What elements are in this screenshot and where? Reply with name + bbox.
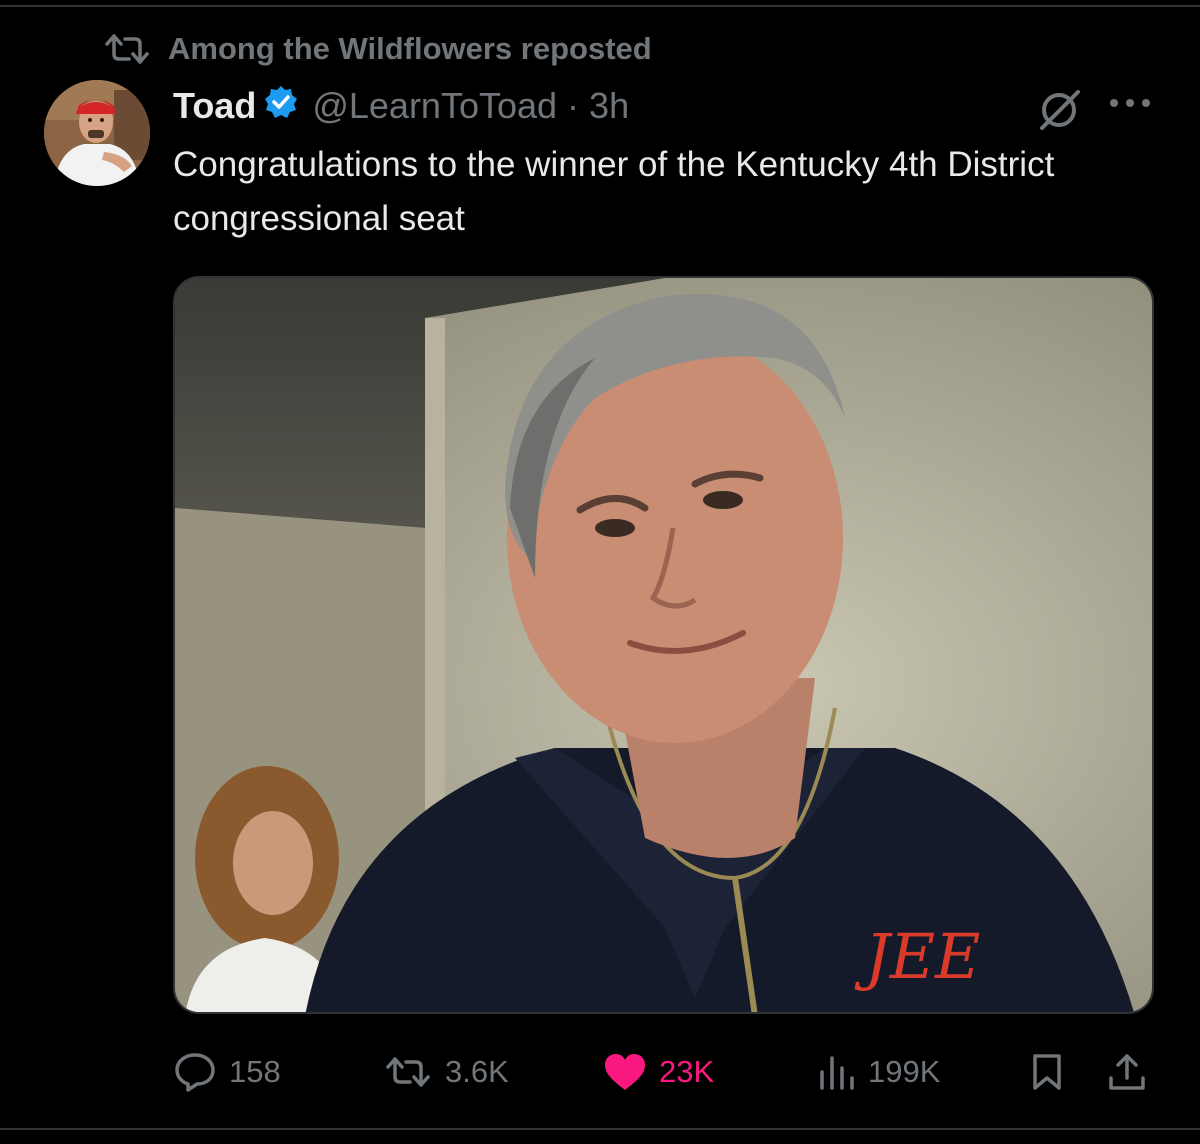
tweet-media-photo[interactable]: JEE (173, 276, 1154, 1014)
repost-action-icon (383, 1055, 433, 1089)
reply-icon (173, 1051, 217, 1093)
bookmark-button[interactable] (1031, 1044, 1063, 1100)
tweet-text: Congratulations to the winner of the Ken… (173, 145, 1055, 238)
share-icon (1107, 1052, 1147, 1092)
repost-context-text: Among the Wildflowers reposted (168, 31, 652, 66)
avatar[interactable] (44, 80, 150, 186)
svg-text:JEE: JEE (854, 920, 980, 993)
tweet-header: Toad @LearnToToad · 3h (173, 83, 629, 129)
author-handle[interactable]: @LearnToToad (312, 85, 557, 127)
tweet-action-bar: 158 3.6K 23K 199K (173, 1044, 1153, 1100)
repost-context[interactable]: Among the Wildflowers reposted (104, 28, 652, 70)
share-button[interactable] (1107, 1044, 1147, 1100)
repost-count: 3.6K (445, 1054, 509, 1089)
top-divider (0, 5, 1200, 7)
views-count: 199K (868, 1054, 941, 1089)
heart-filled-icon (603, 1052, 647, 1092)
bookmark-icon (1031, 1052, 1063, 1092)
bottom-divider (0, 1128, 1200, 1130)
display-name[interactable]: Toad (173, 85, 256, 127)
views-button[interactable]: 199K (818, 1044, 940, 1100)
like-count: 23K (659, 1054, 715, 1089)
separator-dot: · (567, 85, 580, 126)
reply-count: 158 (229, 1054, 281, 1089)
repost-icon (104, 32, 150, 66)
like-button[interactable]: 23K (603, 1044, 714, 1100)
grok-icon[interactable] (1034, 86, 1084, 137)
verified-badge-icon (264, 85, 298, 128)
repost-button[interactable]: 3.6K (383, 1044, 509, 1100)
timestamp[interactable]: 3h (589, 85, 629, 127)
reply-button[interactable]: 158 (173, 1044, 281, 1100)
views-chart-icon (818, 1054, 856, 1090)
more-options-icon[interactable] (1108, 96, 1152, 114)
